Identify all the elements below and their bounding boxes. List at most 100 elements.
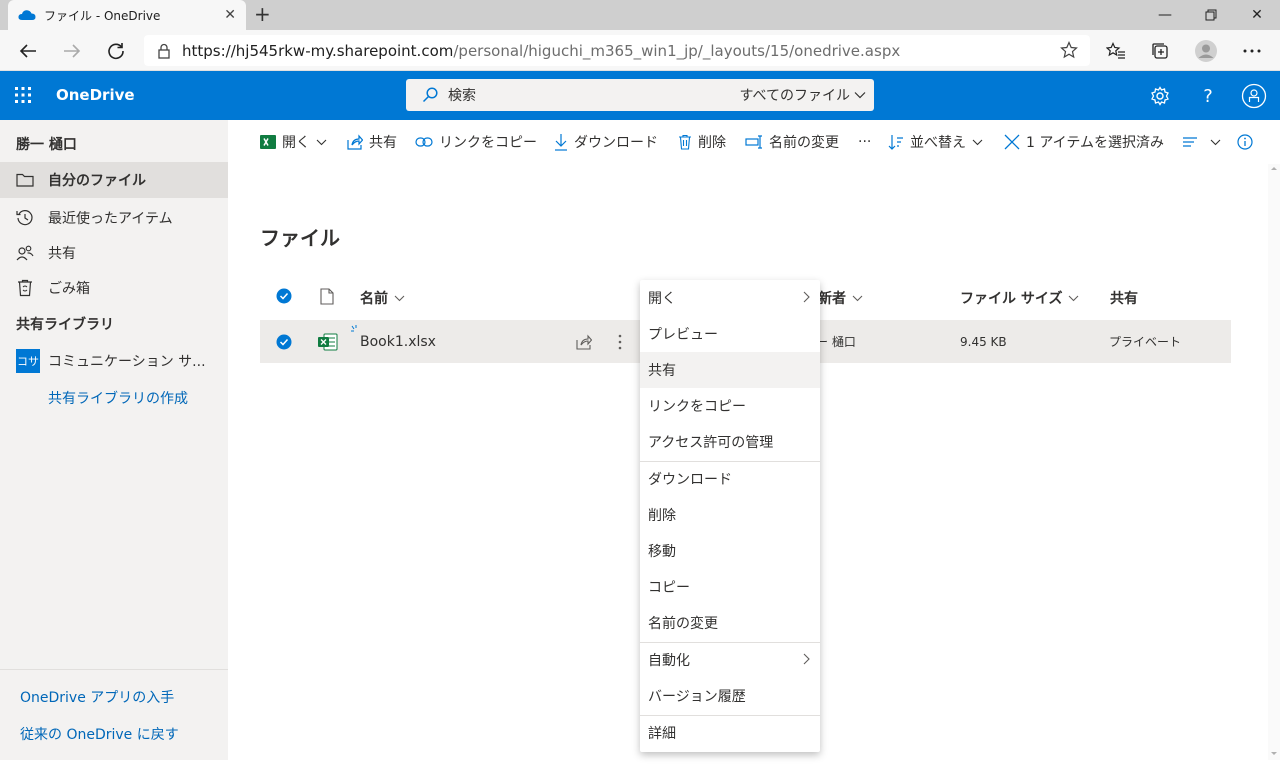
open-button[interactable]: 開く xyxy=(260,132,327,152)
menu-item-label: 名前の変更 xyxy=(648,616,718,632)
library-name: コミュニケーション サ... xyxy=(48,354,206,370)
chevron-right-icon xyxy=(803,291,810,307)
menu-item-move[interactable]: 移動 xyxy=(640,533,820,569)
rename-label: 名前の変更 xyxy=(769,135,839,151)
collections-icon[interactable] xyxy=(1148,39,1172,63)
nav-item-recycle-bin[interactable]: ごみ箱 xyxy=(0,270,228,306)
more-commands-button[interactable]: ··· xyxy=(858,132,871,152)
file-name[interactable]: Book1.xlsx xyxy=(360,320,436,363)
context-menu: 開く プレビュー 共有 リンクをコピー アクセス許可の管理 ダウンロード 削除 … xyxy=(640,280,820,752)
sort-icon xyxy=(888,134,904,150)
chevron-right-icon xyxy=(803,653,810,669)
delete-button[interactable]: 削除 xyxy=(678,132,726,152)
url-host: https://hj545rkw-my.sharepoint.com xyxy=(182,41,454,60)
rename-icon xyxy=(745,135,763,149)
chevron-down-icon xyxy=(854,91,866,99)
nav-item-label: ごみ箱 xyxy=(48,281,90,297)
more-label: ··· xyxy=(858,134,872,150)
menu-item-preview[interactable]: プレビュー xyxy=(640,316,820,352)
row-share-icon[interactable] xyxy=(576,320,592,363)
lock-icon xyxy=(158,43,170,59)
file-type-header-icon[interactable] xyxy=(320,288,334,305)
view-options-button[interactable] xyxy=(1182,132,1221,152)
menu-item-share[interactable]: 共有 xyxy=(640,352,820,388)
minimize-icon[interactable]: — xyxy=(1142,0,1188,30)
menu-item-delete[interactable]: 削除 xyxy=(640,497,820,533)
copy-link-button[interactable]: リンクをコピー xyxy=(415,132,537,152)
people-icon xyxy=(16,244,34,262)
delete-label: 削除 xyxy=(698,135,726,151)
column-header-file-size[interactable]: ファイル サイズ xyxy=(960,288,1079,308)
view-list-icon xyxy=(1182,136,1198,148)
search-box[interactable]: 検索 すべてのファイル xyxy=(406,79,874,111)
download-icon xyxy=(554,133,568,151)
menu-item-details[interactable]: 詳細 xyxy=(640,715,820,751)
menu-item-label: 移動 xyxy=(648,544,676,560)
window-close-icon[interactable]: ✕ xyxy=(1234,0,1280,30)
modified-by: ー 樋口 xyxy=(816,335,856,349)
restore-icon[interactable] xyxy=(1188,0,1234,30)
nav-item-my-files[interactable]: 自分のファイル xyxy=(0,162,228,198)
scrollbar[interactable] xyxy=(1268,164,1280,760)
nav-item-label: 自分のファイル xyxy=(48,173,146,189)
browser-tab[interactable]: ファイル - OneDrive ✕ xyxy=(8,0,246,30)
menu-item-automate[interactable]: 自動化 xyxy=(640,642,820,678)
search-scope-label: すべてのファイル xyxy=(739,88,850,104)
app-brand[interactable]: OneDrive xyxy=(56,86,135,104)
new-tab-icon[interactable]: + xyxy=(254,4,271,24)
nav-item-shared[interactable]: 共有 xyxy=(0,235,228,271)
forward-icon[interactable] xyxy=(60,39,84,63)
page-title: ファイル xyxy=(260,226,340,250)
browser-toolbar: https://hj545rkw-my.sharepoint.com/perso… xyxy=(0,30,1280,71)
profile-avatar[interactable] xyxy=(1194,39,1218,63)
row-checkbox[interactable] xyxy=(276,320,292,363)
share-button[interactable]: 共有 xyxy=(347,132,397,152)
settings-gear-icon[interactable] xyxy=(1147,83,1173,109)
chevron-down-icon xyxy=(852,295,863,302)
chevron-down-icon xyxy=(316,134,327,150)
browser-tabstrip: ファイル - OneDrive ✕ + — ✕ xyxy=(0,0,1280,30)
info-pane-button[interactable] xyxy=(1237,132,1259,152)
menu-item-copy-link[interactable]: リンクをコピー xyxy=(640,388,820,424)
address-bar[interactable]: https://hj545rkw-my.sharepoint.com/perso… xyxy=(144,35,1090,66)
search-placeholder: 検索 xyxy=(448,88,476,104)
menu-item-download[interactable]: ダウンロード xyxy=(640,461,820,497)
menu-item-label: 開く xyxy=(648,291,676,307)
menu-item-rename[interactable]: 名前の変更 xyxy=(640,605,820,641)
browser-menu-icon[interactable] xyxy=(1240,39,1264,63)
column-header-name[interactable]: 名前 xyxy=(360,288,405,308)
favorite-star-icon[interactable] xyxy=(1060,41,1078,63)
sort-button[interactable]: 並べ替え xyxy=(888,132,983,152)
info-icon xyxy=(1237,134,1253,150)
nav-item-library[interactable]: コサ コミュニケーション サ... xyxy=(0,343,228,379)
menu-item-label: 削除 xyxy=(648,508,676,524)
menu-item-copy[interactable]: コピー xyxy=(640,569,820,605)
help-icon[interactable]: ? xyxy=(1195,83,1221,109)
sharing-status: プライベート xyxy=(1109,335,1182,349)
select-all-checkbox[interactable] xyxy=(276,288,292,304)
tab-close-icon[interactable]: ✕ xyxy=(224,7,236,23)
menu-item-manage-access[interactable]: アクセス許可の管理 xyxy=(640,424,820,460)
refresh-icon[interactable] xyxy=(104,39,128,63)
library-badge: コサ xyxy=(16,349,40,373)
column-header-sharing[interactable]: 共有 xyxy=(1110,288,1138,308)
nav-item-recent[interactable]: 最近使ったアイテム xyxy=(0,200,228,236)
chevron-down-icon xyxy=(394,295,405,302)
back-icon[interactable] xyxy=(16,39,40,63)
menu-item-label: バージョン履歴 xyxy=(648,689,746,705)
menu-item-open[interactable]: 開く xyxy=(640,280,820,316)
menu-item-version-history[interactable]: バージョン履歴 xyxy=(640,678,820,714)
clear-selection-button[interactable]: 1 アイテムを選択済み xyxy=(1004,132,1164,152)
get-app-link[interactable]: OneDrive アプリの入手 xyxy=(20,687,174,707)
search-scope-dropdown[interactable]: すべてのファイル xyxy=(740,85,866,105)
favorites-icon[interactable] xyxy=(1104,39,1128,63)
create-library-link[interactable]: 共有ライブラリの作成 xyxy=(48,388,188,408)
app-launcher-icon[interactable] xyxy=(14,86,32,108)
classic-onedrive-link[interactable]: 従来の OneDrive に戻す xyxy=(20,724,179,744)
menu-item-label: 共有 xyxy=(648,363,676,379)
download-button[interactable]: ダウンロード xyxy=(554,132,658,152)
shared-libraries-heading: 共有ライブラリ xyxy=(16,317,114,333)
row-more-icon[interactable] xyxy=(618,320,622,363)
rename-button[interactable]: 名前の変更 xyxy=(745,132,839,152)
account-icon[interactable] xyxy=(1241,83,1267,109)
